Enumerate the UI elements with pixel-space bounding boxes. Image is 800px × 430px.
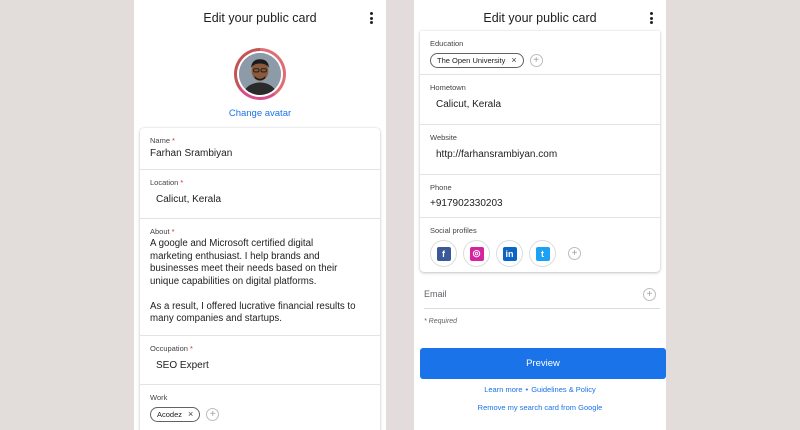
app-bar: Edit your public card bbox=[134, 0, 386, 36]
left-screen: Edit your public card Change avatar Name… bbox=[134, 0, 386, 430]
work-chip[interactable]: Acodez × bbox=[150, 407, 201, 423]
close-icon[interactable]: × bbox=[188, 410, 193, 419]
education-label: Education bbox=[430, 39, 464, 48]
website-field[interactable]: Website http://farhansrambiyan.com bbox=[420, 125, 660, 175]
location-value: Calicut, Kerala bbox=[156, 194, 222, 205]
name-value: Farhan Srambiyan bbox=[150, 148, 233, 159]
profile-card: Name * Farhan Srambiyan Location * Calicut… bbox=[140, 128, 380, 430]
required-asterisk: * bbox=[171, 227, 175, 236]
more-options-icon[interactable] bbox=[364, 10, 378, 26]
hometown-field[interactable]: Hometown Calicut, Kerala bbox=[420, 75, 660, 125]
add-email-icon[interactable]: + bbox=[643, 288, 656, 301]
name-label: Name bbox=[150, 136, 171, 145]
facebook-button[interactable]: f bbox=[430, 240, 457, 267]
website-value: http://farhansrambiyan.com bbox=[436, 149, 558, 160]
required-note: * Required bbox=[424, 318, 458, 325]
required-asterisk: * bbox=[172, 136, 175, 145]
education-field: Education The Open University × + bbox=[420, 31, 660, 75]
required-asterisk: * bbox=[180, 178, 184, 187]
avatar[interactable] bbox=[234, 48, 286, 100]
preview-button[interactable]: Preview bbox=[420, 348, 666, 379]
social-profiles-field: Social profiles f ◎ in t + bbox=[420, 218, 660, 272]
email-label: Email bbox=[424, 289, 447, 299]
twitter-icon: t bbox=[535, 246, 550, 261]
right-screen: Edit your public card Education The Open… bbox=[414, 0, 666, 430]
change-avatar-link[interactable]: Change avatar bbox=[134, 108, 386, 119]
add-work-icon[interactable]: + bbox=[206, 408, 220, 422]
page-title: Edit your public card bbox=[203, 11, 317, 25]
page-title: Edit your public card bbox=[483, 11, 597, 25]
add-social-profile-icon[interactable]: + bbox=[568, 247, 581, 260]
guidelines-link[interactable]: Guidelines & Policy bbox=[531, 385, 596, 394]
work-chip-label: Acodez bbox=[157, 410, 183, 420]
education-chip[interactable]: The Open University × bbox=[430, 53, 524, 69]
instagram-button[interactable]: ◎ bbox=[463, 240, 490, 267]
close-icon[interactable]: × bbox=[511, 56, 516, 65]
work-field: Work Acodez × + bbox=[140, 385, 380, 430]
phone-value: +917902330203 bbox=[430, 198, 503, 209]
avatar-photo bbox=[239, 53, 281, 95]
learn-more-link[interactable]: Learn more bbox=[484, 385, 522, 394]
remove-search-card-link[interactable]: Remove my search card from Google bbox=[414, 403, 666, 412]
website-label: Website bbox=[430, 133, 457, 142]
required-asterisk: * bbox=[189, 344, 193, 353]
instagram-icon: ◎ bbox=[469, 246, 484, 261]
occupation-value: SEO Expert bbox=[156, 360, 209, 371]
add-education-icon[interactable]: + bbox=[529, 54, 543, 68]
occupation-field[interactable]: Occupation * SEO Expert bbox=[140, 336, 380, 385]
about-field[interactable]: About * A google and Microsoft certified … bbox=[140, 219, 380, 336]
education-chip-label: The Open University bbox=[437, 56, 506, 66]
name-field[interactable]: Name * Farhan Srambiyan bbox=[140, 128, 380, 170]
twitter-button[interactable]: t bbox=[529, 240, 556, 267]
location-label: Location bbox=[150, 178, 179, 187]
email-field[interactable]: Email + bbox=[424, 283, 660, 309]
phone-label: Phone bbox=[430, 183, 452, 192]
social-profiles-label: Social profiles bbox=[430, 226, 477, 235]
phone-field[interactable]: Phone +917902330203 bbox=[420, 175, 660, 218]
work-label: Work bbox=[150, 393, 168, 402]
hometown-value: Calicut, Kerala bbox=[436, 99, 502, 110]
more-options-icon[interactable] bbox=[644, 10, 658, 26]
location-field[interactable]: Location * Calicut, Kerala bbox=[140, 170, 380, 219]
hometown-label: Hometown bbox=[430, 83, 466, 92]
separator: • bbox=[525, 385, 529, 394]
linkedin-icon: in bbox=[502, 246, 517, 261]
facebook-icon: f bbox=[436, 246, 451, 261]
linkedin-button[interactable]: in bbox=[496, 240, 523, 267]
footer-links: Learn more • Guidelines & Policy bbox=[414, 385, 666, 394]
about-value: A google and Microsoft certified digital… bbox=[150, 238, 356, 324]
profile-card: Education The Open University × + Hometown… bbox=[420, 31, 660, 272]
occupation-label: Occupation bbox=[150, 344, 188, 353]
about-label: About bbox=[150, 227, 170, 236]
